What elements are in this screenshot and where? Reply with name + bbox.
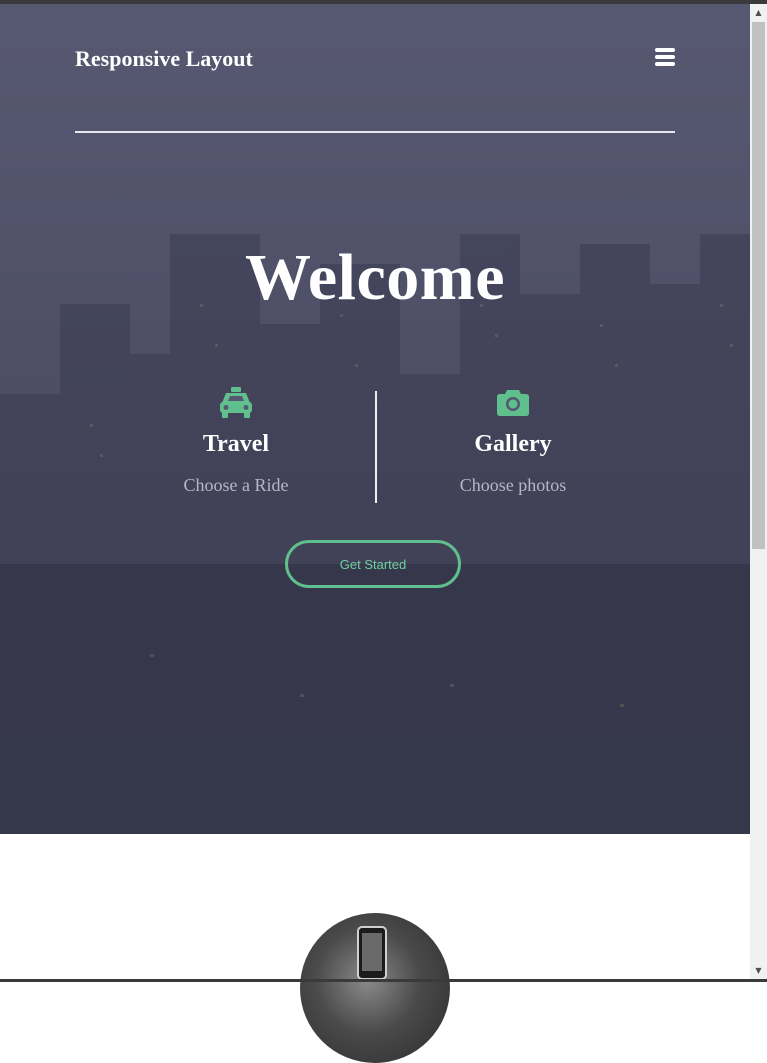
feature-divider (375, 391, 377, 503)
feature-title-gallery: Gallery (474, 431, 552, 457)
feature-subtitle-gallery: Choose photos (459, 475, 567, 495)
hamburger-menu-icon[interactable] (655, 48, 675, 68)
scrollbar-thumb[interactable] (752, 22, 765, 549)
hero-section: Responsive Layout Welcome Travel Choose … (0, 4, 750, 834)
header-divider (75, 131, 675, 133)
brand-title[interactable]: Responsive Layout (75, 46, 253, 72)
feature-gallery[interactable]: Gallery Choose photos (393, 387, 633, 496)
scroll-up-icon[interactable]: ▲ (750, 4, 767, 21)
scroll-down-icon[interactable]: ▼ (750, 962, 767, 979)
hero-title: Welcome (244, 241, 506, 314)
taxi-icon (116, 387, 356, 423)
vertical-scrollbar[interactable]: ▲ ▼ (750, 4, 767, 979)
feature-subtitle-travel: Choose a Ride (183, 475, 289, 495)
camera-icon (393, 387, 633, 423)
get-started-button[interactable]: Get Started (285, 540, 461, 588)
profile-image (300, 913, 450, 1063)
feature-title-travel: Travel (202, 431, 270, 457)
feature-travel[interactable]: Travel Choose a Ride (116, 387, 356, 496)
